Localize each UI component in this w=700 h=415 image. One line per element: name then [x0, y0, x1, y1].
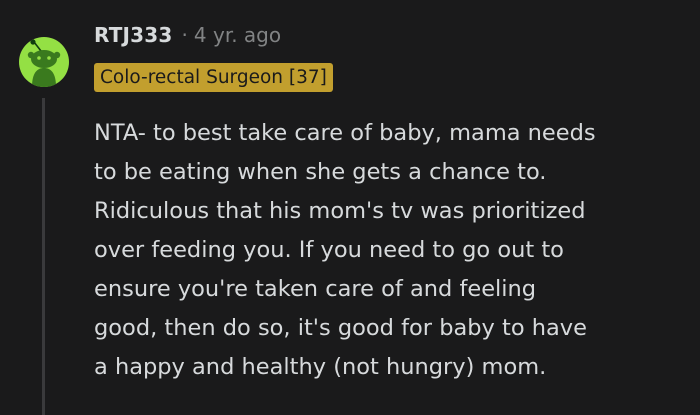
- comment-body-line: ensure you're taken care of and feeling: [94, 276, 537, 302]
- snoo-avatar-icon: [27, 39, 61, 87]
- comment-meta: RTJ333 · 4 yr. ago: [94, 20, 281, 50]
- comment-body-line: to be eating when she gets a chance to.: [94, 159, 547, 185]
- comment: RTJ333 · 4 yr. ago Colo-rectal Surgeon […: [0, 0, 700, 415]
- comment-body: NTA- to best take care of baby, mama nee…: [94, 114, 694, 387]
- username-link[interactable]: RTJ333: [94, 23, 173, 47]
- comment-body-line: a happy and healthy (not hungry) mom.: [94, 354, 547, 380]
- user-flair: Colo-rectal Surgeon [37]: [94, 63, 333, 92]
- comment-body-line: over feeding you. If you need to go out …: [94, 237, 564, 263]
- user-avatar[interactable]: [19, 37, 69, 87]
- meta-separator: ·: [181, 23, 188, 47]
- comment-body-line: Ridiculous that his mom's tv was priorit…: [94, 198, 586, 224]
- thread-line[interactable]: [42, 98, 45, 415]
- comment-timestamp[interactable]: 4 yr. ago: [194, 23, 281, 47]
- comment-body-line: NTA- to best take care of baby, mama nee…: [94, 120, 596, 146]
- comment-body-line: good, then do so, it's good for baby to …: [94, 315, 587, 341]
